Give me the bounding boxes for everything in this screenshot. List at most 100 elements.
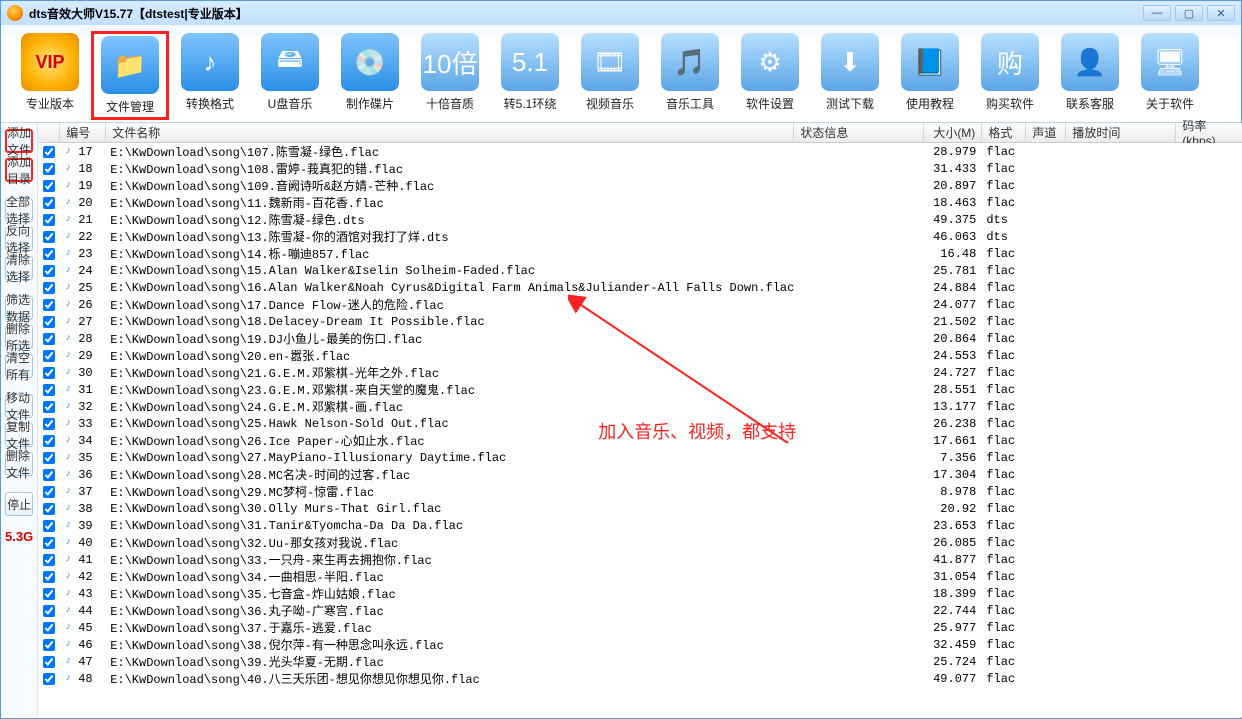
row-checkbox[interactable] — [43, 554, 55, 566]
table-row[interactable]: ♪18E:\KwDownload\song\108.雷婷-莪真犯的错.flac3… — [38, 160, 1242, 177]
row-checkbox[interactable] — [43, 316, 55, 328]
col-filename[interactable]: 文件名称 — [106, 123, 794, 142]
row-checkbox[interactable] — [43, 673, 55, 685]
col-format[interactable]: 格式 — [982, 123, 1026, 142]
toolbar-ten-x[interactable]: 10倍十倍音质 — [411, 31, 489, 120]
table-row[interactable]: ♪39E:\KwDownload\song\31.Tanir&Tyomcha-D… — [38, 517, 1242, 534]
toolbar-test-dl[interactable]: ⬇测试下载 — [811, 31, 889, 120]
row-checkbox[interactable] — [43, 401, 55, 413]
row-checkbox[interactable] — [43, 367, 55, 379]
table-row[interactable]: ♪36E:\KwDownload\song\28.MC名决-时间的过客.flac… — [38, 466, 1242, 483]
table-row[interactable]: ♪20E:\KwDownload\song\11.魏新雨-百花香.flac18.… — [38, 194, 1242, 211]
row-checkbox[interactable] — [43, 180, 55, 192]
row-checkbox[interactable] — [43, 333, 55, 345]
row-checkbox[interactable] — [43, 639, 55, 651]
col-status[interactable]: 状态信息 — [794, 123, 924, 142]
minimize-button[interactable]: — — [1143, 5, 1171, 21]
row-checkbox[interactable] — [43, 503, 55, 515]
row-checkbox[interactable] — [43, 384, 55, 396]
toolbar-vip[interactable]: VIP专业版本 — [11, 31, 89, 120]
row-checkbox[interactable] — [43, 299, 55, 311]
table-row[interactable]: ♪17E:\KwDownload\song\107.陈雪凝-绿色.flac28.… — [38, 143, 1242, 160]
row-checkbox[interactable] — [43, 571, 55, 583]
row-checkbox[interactable] — [43, 265, 55, 277]
sidebar-clear-all[interactable]: 清空所有 — [5, 354, 33, 378]
col-bitrate[interactable]: 码率(kbps) — [1176, 123, 1242, 142]
row-checkbox[interactable] — [43, 350, 55, 362]
toolbar-tutorial[interactable]: 📘使用教程 — [891, 31, 969, 120]
table-row[interactable]: ♪43E:\KwDownload\song\35.七音盒-炸山姑娘.flac18… — [38, 585, 1242, 602]
col-size[interactable]: 大小(M) — [924, 123, 982, 142]
table-row[interactable]: ♪22E:\KwDownload\song\13.陈雪凝-你的酒馆对我打了烊.d… — [38, 228, 1242, 245]
sidebar-stop[interactable]: 停止 — [5, 492, 33, 516]
row-checkbox[interactable] — [43, 537, 55, 549]
row-checkbox[interactable] — [43, 622, 55, 634]
col-checkbox[interactable] — [38, 123, 60, 142]
toolbar-file-mgr[interactable]: 📁文件管理 — [91, 31, 169, 120]
sidebar-add-file[interactable]: 添加文件 — [5, 129, 33, 153]
table-row[interactable]: ♪29E:\KwDownload\song\20.en-嚣张.flac24.55… — [38, 347, 1242, 364]
toolbar-buy[interactable]: 购购买软件 — [971, 31, 1049, 120]
close-button[interactable]: ✕ — [1207, 5, 1235, 21]
table-row[interactable]: ♪44E:\KwDownload\song\36.丸子呦-广寒宫.flac22.… — [38, 602, 1242, 619]
toolbar-make-disc[interactable]: 💿制作碟片 — [331, 31, 409, 120]
table-row[interactable]: ♪21E:\KwDownload\song\12.陈雪凝-绿色.dts49.37… — [38, 211, 1242, 228]
row-checkbox[interactable] — [43, 197, 55, 209]
col-channels[interactable]: 声道 — [1026, 123, 1066, 142]
table-row[interactable]: ♪32E:\KwDownload\song\24.G.E.M.邓紫棋-画.fla… — [38, 398, 1242, 415]
table-row[interactable]: ♪27E:\KwDownload\song\18.Delacey-Dream I… — [38, 313, 1242, 330]
table-row[interactable]: ♪19E:\KwDownload\song\109.音阙诗听&赵方婧-芒种.fl… — [38, 177, 1242, 194]
table-row[interactable]: ♪24E:\KwDownload\song\15.Alan Walker&Ise… — [38, 262, 1242, 279]
table-row[interactable]: ♪23E:\KwDownload\song\14.栎-嘣迪857.flac16.… — [38, 245, 1242, 262]
row-checkbox[interactable] — [43, 588, 55, 600]
table-row[interactable]: ♪25E:\KwDownload\song\16.Alan Walker&Noa… — [38, 279, 1242, 296]
maximize-button[interactable]: ▢ — [1175, 5, 1203, 21]
table-row[interactable]: ♪26E:\KwDownload\song\17.Dance Flow-迷人的危… — [38, 296, 1242, 313]
row-checkbox[interactable] — [43, 605, 55, 617]
sidebar-select-inv[interactable]: 反向选择 — [5, 227, 33, 251]
row-checkbox[interactable] — [43, 656, 55, 668]
row-checkbox[interactable] — [43, 486, 55, 498]
table-row[interactable]: ♪35E:\KwDownload\song\27.MayPiano-Illusi… — [38, 449, 1242, 466]
row-checkbox[interactable] — [43, 469, 55, 481]
table-row[interactable]: ♪47E:\KwDownload\song\39.光头华夏-无期.flac25.… — [38, 653, 1242, 670]
toolbar-tools[interactable]: 🎵音乐工具 — [651, 31, 729, 120]
table-row[interactable]: ♪28E:\KwDownload\song\19.DJ小鱼儿-最美的伤口.fla… — [38, 330, 1242, 347]
toolbar-settings[interactable]: ⚙软件设置 — [731, 31, 809, 120]
sidebar-move[interactable]: 移动文件 — [5, 394, 33, 418]
table-row[interactable]: ♪30E:\KwDownload\song\21.G.E.M.邓紫棋-光年之外.… — [38, 364, 1242, 381]
row-checkbox[interactable] — [43, 282, 55, 294]
row-checkbox[interactable] — [43, 214, 55, 226]
toolbar-usb[interactable]: 🖴U盘音乐 — [251, 31, 329, 120]
row-checkbox[interactable] — [43, 520, 55, 532]
row-checkbox[interactable] — [43, 418, 55, 430]
sidebar-add-dir[interactable]: 添加目录 — [5, 158, 33, 182]
toolbar-convert[interactable]: ♪转换格式 — [171, 31, 249, 120]
col-playtime[interactable]: 播放时间 — [1066, 123, 1176, 142]
row-checkbox[interactable] — [43, 231, 55, 243]
toolbar-about[interactable]: 🖥关于软件 — [1131, 31, 1209, 120]
table-row[interactable]: ♪38E:\KwDownload\song\30.Olly Murs-That … — [38, 500, 1242, 517]
table-row[interactable]: ♪42E:\KwDownload\song\34.一曲相思-半阳.flac31.… — [38, 568, 1242, 585]
sidebar-clear-sel[interactable]: 清除选择 — [5, 256, 33, 280]
table-row[interactable]: ♪37E:\KwDownload\song\29.MC梦柯-惊雷.flac8.9… — [38, 483, 1242, 500]
table-row[interactable]: ♪41E:\KwDownload\song\33.一只舟-来生再去拥抱你.fla… — [38, 551, 1242, 568]
row-checkbox[interactable] — [43, 146, 55, 158]
table-row[interactable]: ♪31E:\KwDownload\song\23.G.E.M.邓紫棋-来自天堂的… — [38, 381, 1242, 398]
table-row[interactable]: ♪40E:\KwDownload\song\32.Uu-那女孩对我说.flac2… — [38, 534, 1242, 551]
titlebar[interactable]: dts音效大师V15.77【dtstest|专业版本】 — ▢ ✕ — [1, 1, 1241, 25]
table-row[interactable]: ♪46E:\KwDownload\song\38.倪尔萍-有一种思念叫永远.fl… — [38, 636, 1242, 653]
sidebar-del-file[interactable]: 删除文件 — [5, 452, 33, 476]
row-checkbox[interactable] — [43, 163, 55, 175]
row-checkbox[interactable] — [43, 435, 55, 447]
table-body[interactable]: ♪17E:\KwDownload\song\107.陈雪凝-绿色.flac28.… — [38, 143, 1242, 717]
sidebar-filter[interactable]: 筛选数据 — [5, 296, 33, 320]
row-checkbox[interactable] — [43, 452, 55, 464]
table-row[interactable]: ♪48E:\KwDownload\song\40.八三夭乐团-想见你想见你想见你… — [38, 670, 1242, 687]
row-checkbox[interactable] — [43, 248, 55, 260]
table-row[interactable]: ♪45E:\KwDownload\song\37.于嘉乐-逃爱.flac25.9… — [38, 619, 1242, 636]
col-number[interactable]: 编号 — [60, 123, 106, 142]
table-row[interactable]: ♪34E:\KwDownload\song\26.Ice Paper-心如止水.… — [38, 432, 1242, 449]
table-row[interactable]: ♪33E:\KwDownload\song\25.Hawk Nelson-Sol… — [38, 415, 1242, 432]
toolbar-video[interactable]: 🎞视频音乐 — [571, 31, 649, 120]
